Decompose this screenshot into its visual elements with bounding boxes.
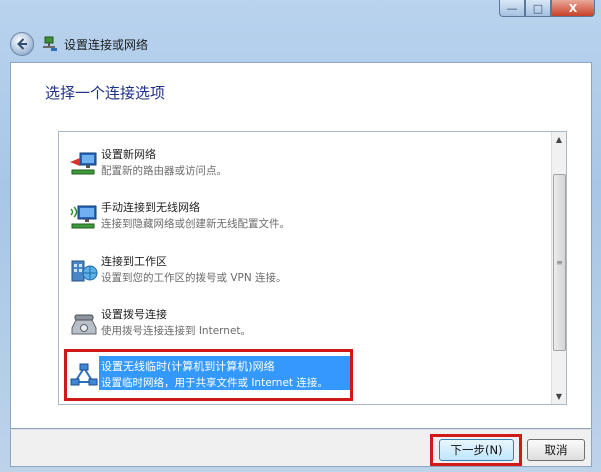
minimize-button[interactable]: — (499, 0, 525, 17)
option-title: 设置拨号连接 (101, 308, 167, 321)
scroll-grip-icon: ≡ (556, 258, 563, 267)
option-description: 配置新的路由器或访问点。 (101, 165, 227, 177)
workplace-globe-icon (71, 260, 98, 282)
option-title: 连接到工作区 (101, 255, 167, 268)
next-button[interactable]: 下一步(N) (439, 439, 514, 461)
wizard-title: 设置连接或网络 (64, 37, 149, 52)
scroll-thumb[interactable]: ≡ (553, 174, 566, 351)
router-network-icon (70, 152, 97, 175)
connection-options-list[interactable]: 设置新网络 配置新的路由器或访问点。 手动连接到无线网络 连接到隐藏网络或创建新… (58, 131, 567, 405)
network-wizard-icon (43, 36, 57, 51)
close-button[interactable]: X (551, 0, 595, 17)
list-item-manual-wireless[interactable]: 手动连接到无线网络 连接到隐藏网络或创建新无线配置文件。 (61, 195, 549, 237)
wizard-content: 选择一个连接选项 设置新网络 配置新的路由器或访问点。 手动连接到无线网络 连接… (10, 62, 592, 429)
back-arrow-icon (17, 38, 27, 50)
list-item-workplace[interactable]: 连接到工作区 设置到您的工作区的拨号或 VPN 连接。 (61, 249, 549, 291)
option-title: 手动连接到无线网络 (101, 201, 200, 214)
maximize-button[interactable]: □ (525, 0, 551, 17)
wizard-footer: 下一步(N) 取消 (10, 429, 592, 467)
back-button[interactable] (10, 32, 34, 56)
list-item-dialup[interactable]: 设置拨号连接 使用拨号连接连接到 Internet。 (61, 302, 549, 344)
page-heading: 选择一个连接选项 (45, 84, 166, 102)
list-item-setup-new-network[interactable]: 设置新网络 配置新的路由器或访问点。 (61, 142, 549, 184)
vertical-scrollbar[interactable]: ▲ ≡ ▼ (551, 132, 566, 404)
scroll-up-arrow-icon[interactable]: ▲ (552, 132, 566, 147)
wizard-nav: 设置连接或网络 (10, 30, 148, 58)
window-frame: — □ X 设置连接或网络 选择一个连接选项 设置新网络 配置新的路由器或访问点… (0, 0, 601, 472)
cancel-button[interactable]: 取消 (527, 439, 585, 461)
option-description: 设置到您的工作区的拨号或 VPN 连接。 (101, 272, 287, 284)
option-description: 使用拨号连接连接到 Internet。 (101, 325, 252, 337)
scroll-down-arrow-icon[interactable]: ▼ (552, 389, 566, 404)
annotation-highlight-box (64, 349, 353, 401)
dialup-phone-icon (71, 314, 97, 335)
option-title: 设置新网络 (101, 148, 156, 161)
window-controls: — □ X (499, 0, 595, 17)
option-description: 连接到隐藏网络或创建新无线配置文件。 (101, 218, 290, 230)
wireless-monitor-icon (70, 205, 97, 229)
list-item-adhoc-network[interactable]: 设置无线临时(计算机到计算机)网络 设置临时网络，用于共享文件或 Interne… (61, 349, 549, 401)
